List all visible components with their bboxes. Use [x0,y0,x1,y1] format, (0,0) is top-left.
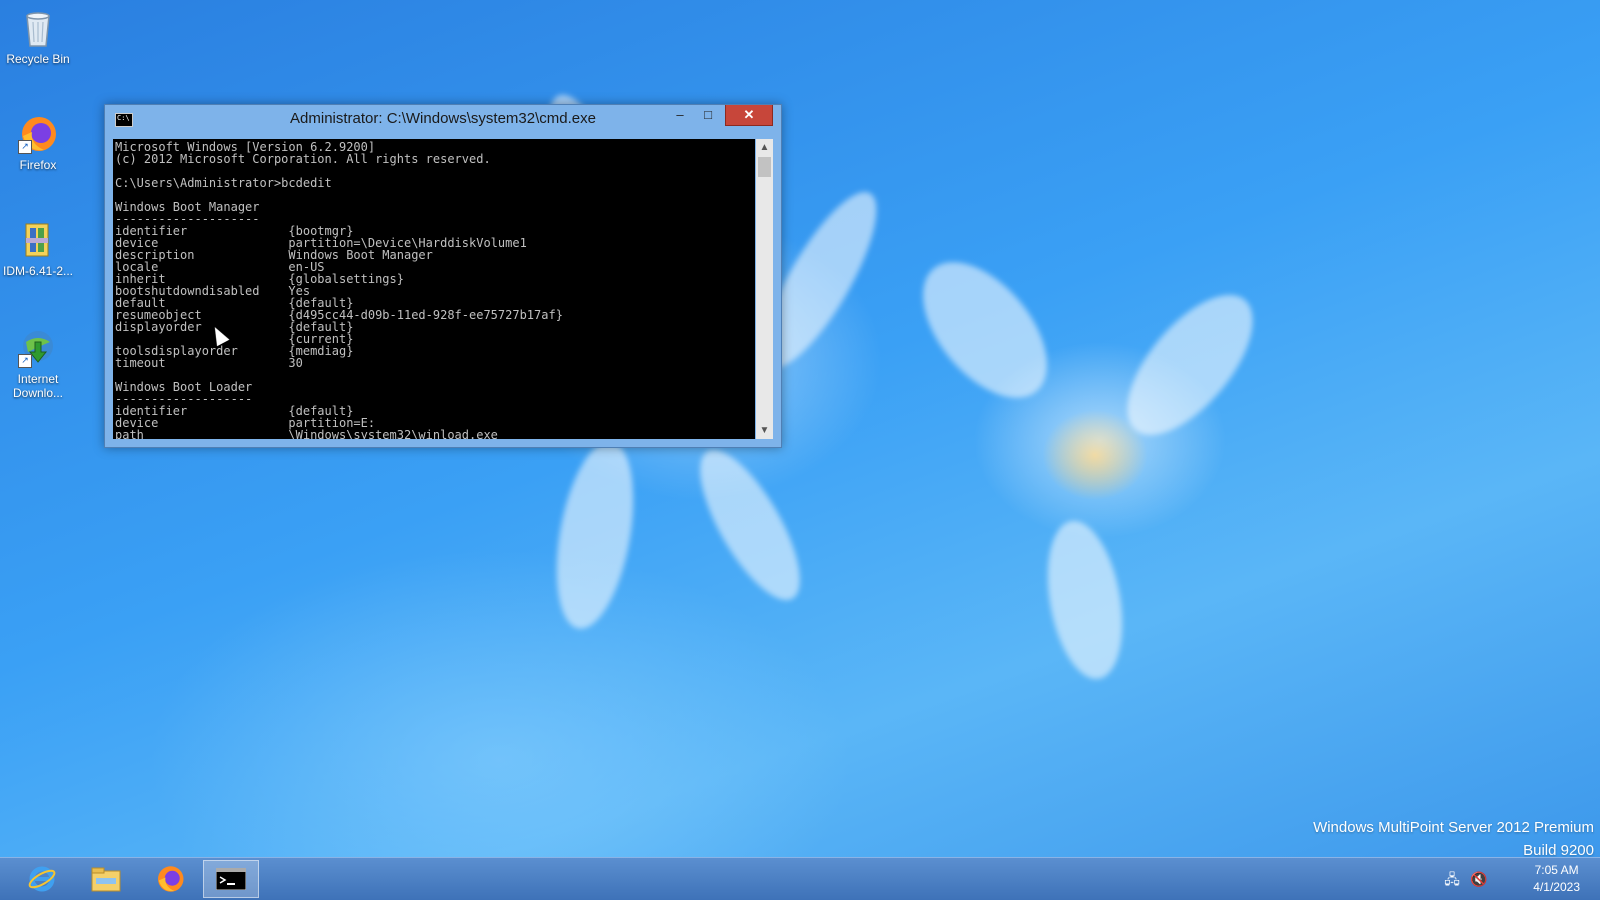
console-text: Microsoft Windows [Version 6.2.9200] (c)… [115,140,563,439]
desktop-icon-label: Recycle Bin [6,52,70,66]
wallpaper-petal [1104,274,1276,456]
shortcut-arrow-icon: ↗ [18,354,32,368]
desktop-icon-internet-download-manager[interactable]: ↗ Internet Downlo... [0,328,76,400]
wallpaper-petal [899,239,1071,421]
taskbar-firefox[interactable] [142,860,198,898]
clock-time: 7:05 AM [1534,863,1579,877]
desktop-icon-recycle-bin[interactable]: Recycle Bin [0,8,76,66]
volume-muted-icon[interactable]: 🔇 [1470,871,1487,887]
taskbar-clock[interactable]: 7:05 AM 4/1/2023 [1533,862,1580,896]
console-output[interactable]: Microsoft Windows [Version 6.2.9200] (c)… [113,139,755,439]
scroll-up-arrow-icon[interactable]: ▲ [756,139,773,156]
taskbar-command-prompt[interactable] [203,860,259,898]
file-explorer-icon [91,867,121,892]
internet-explorer-icon [28,866,56,892]
clock-date: 4/1/2023 [1533,880,1580,894]
recycle-bin-icon [18,8,58,48]
command-prompt-icon [216,868,246,890]
vertical-scrollbar[interactable]: ▲ ▼ [756,139,773,439]
desktop-icon-firefox[interactable]: ↗ Firefox [0,114,76,172]
winrar-archive-icon [18,220,58,260]
taskbar: 🖧 🔇 7:05 AM 4/1/2023 [0,857,1600,900]
scroll-down-arrow-icon[interactable]: ▼ [756,422,773,439]
maximize-button[interactable]: □ [695,105,721,125]
close-button[interactable]: ✕ [725,105,773,126]
firefox-icon [158,866,184,892]
cmd-title-bar[interactable]: Administrator: C:\Windows\system32\cmd.e… [105,105,781,133]
desktop-icon-label: Firefox [19,158,57,172]
wallpaper-petal [544,435,646,635]
taskbar-file-explorer[interactable] [78,860,134,898]
os-watermark: Windows MultiPoint Server 2012 Premium B… [1313,816,1594,862]
firefox-icon: ↗ [18,114,58,154]
wallpaper-petal [1036,515,1134,685]
desktop-icon-idm-archive[interactable]: IDM-6.41-2... [0,220,76,278]
desktop-icon-label: IDM-6.41-2... [2,264,74,278]
desktop-icon-label: Internet Downlo... [12,372,64,400]
scroll-thumb[interactable] [758,157,771,177]
wallpaper-petal [681,436,819,614]
shortcut-arrow-icon: ↗ [18,140,32,154]
cmd-window[interactable]: Administrator: C:\Windows\system32\cmd.e… [104,104,782,448]
network-icon[interactable]: 🖧 [1444,871,1460,887]
watermark-edition: Windows MultiPoint Server 2012 Premium [1313,819,1594,836]
minimize-button[interactable]: – [667,105,693,125]
taskbar-internet-explorer[interactable] [14,860,70,898]
idm-icon: ↗ [18,328,58,368]
